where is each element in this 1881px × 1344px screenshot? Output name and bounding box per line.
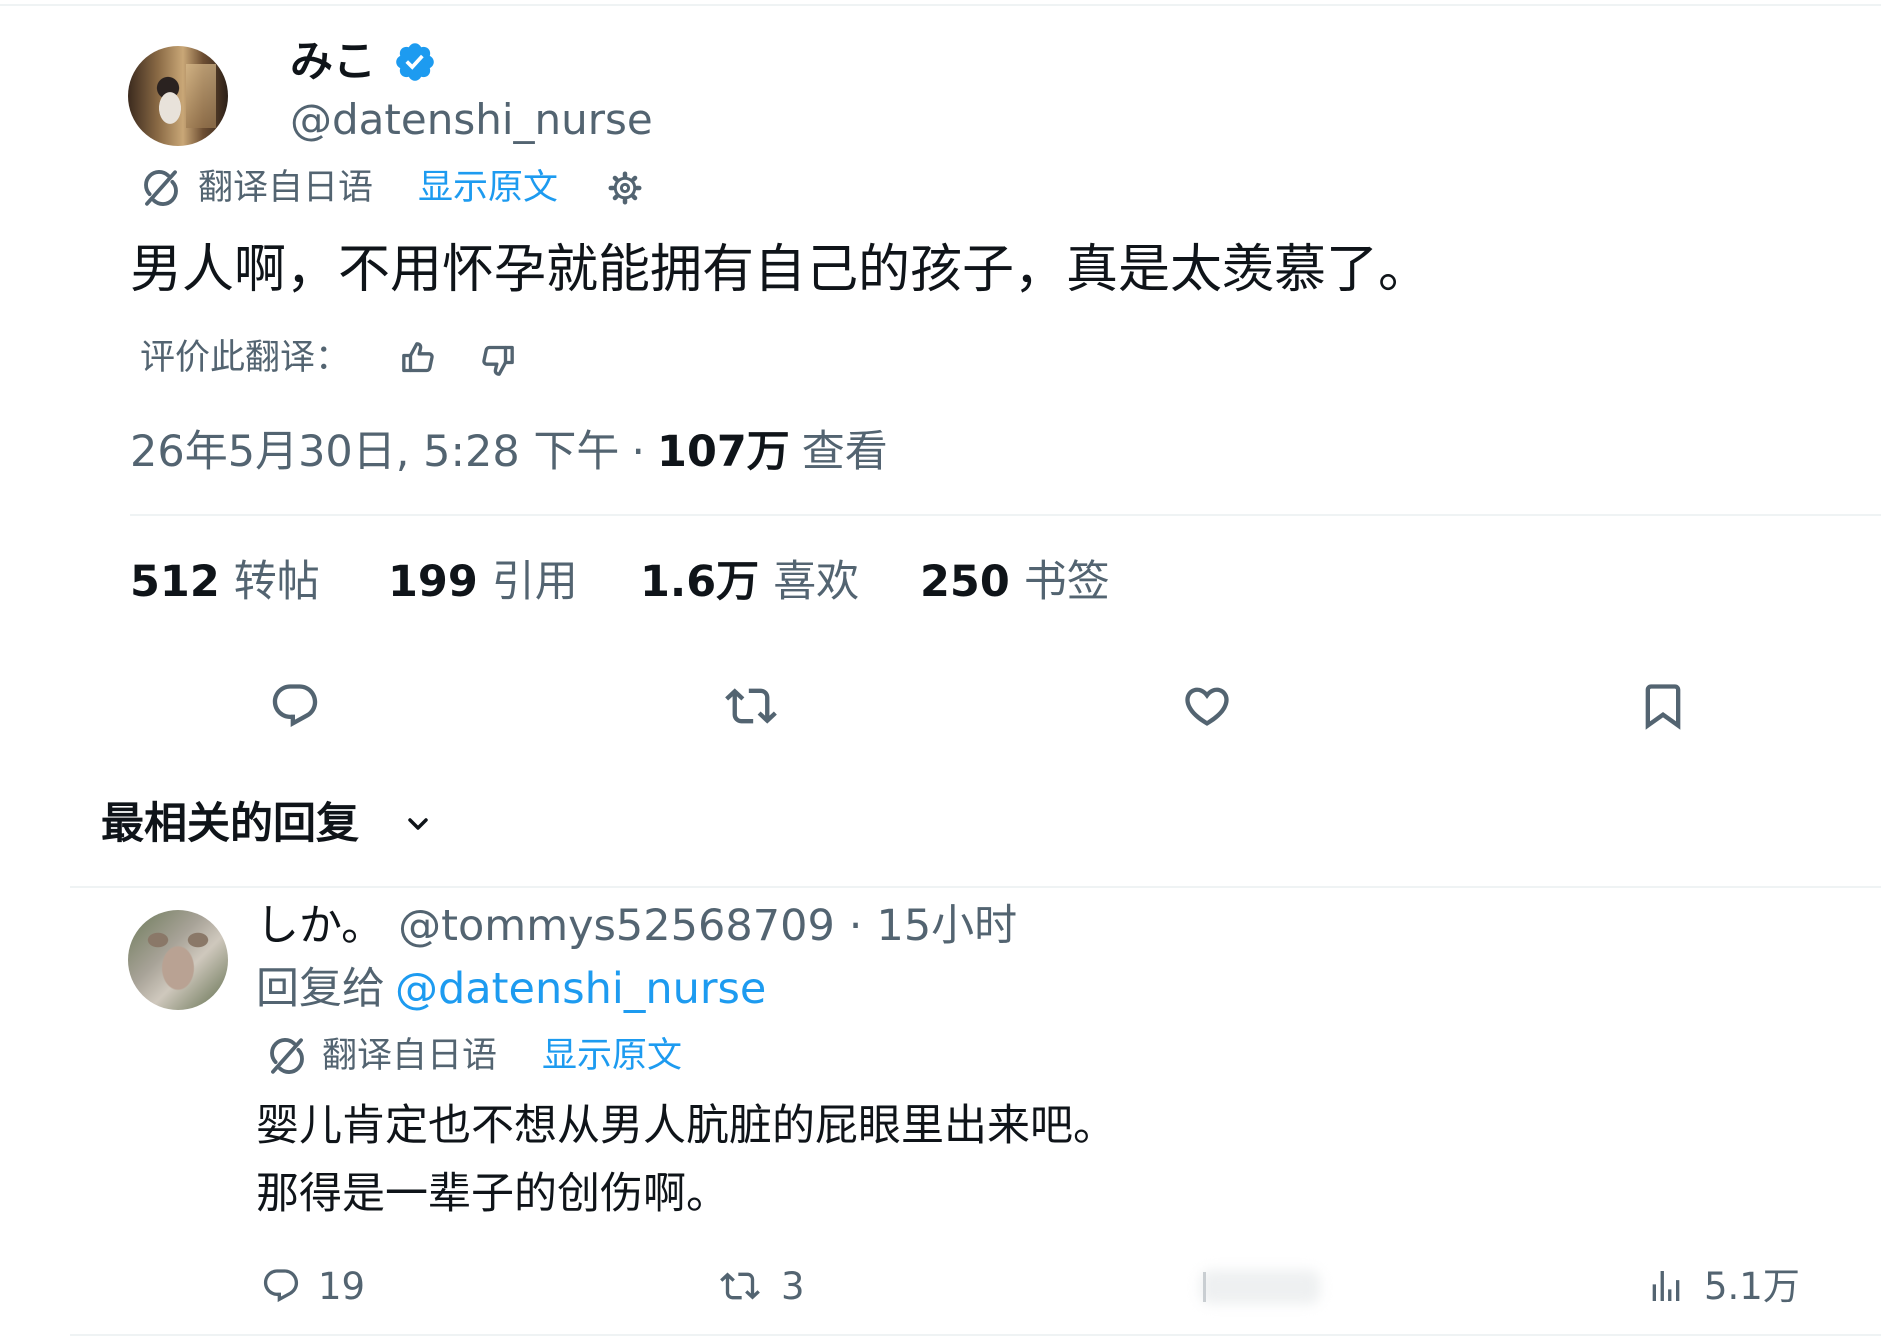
views-label: 查看 bbox=[801, 427, 888, 477]
show-original-link[interactable]: 显示原文 bbox=[418, 166, 558, 210]
divider bbox=[70, 886, 1881, 888]
blurred-region bbox=[1200, 1270, 1320, 1304]
reply-text-line: 那得是一辈子的创伤啊。 bbox=[256, 1169, 729, 1219]
retweet-icon[interactable] bbox=[725, 680, 777, 732]
stat-count: 1.6万 bbox=[640, 557, 760, 607]
retweet-icon[interactable] bbox=[720, 1266, 760, 1306]
translate-icon bbox=[266, 1035, 308, 1077]
stat-label: 转帖 bbox=[233, 557, 320, 607]
verified-badge-icon[interactable] bbox=[393, 40, 437, 84]
blurred-region-edge bbox=[1203, 1272, 1206, 1302]
thumbs-up-icon[interactable] bbox=[398, 338, 438, 378]
reply-count: 19 bbox=[318, 1265, 366, 1308]
views-count: 107万 bbox=[657, 427, 790, 477]
reply-translated-from-label: 翻译自日语 bbox=[322, 1036, 498, 1076]
stat-bookmarks[interactable]: 250 书签 bbox=[920, 555, 1110, 609]
reply-to-row: 回复给 @datenshi_nurse bbox=[256, 962, 766, 1016]
views-icon[interactable] bbox=[1646, 1266, 1686, 1306]
replies-sort-label[interactable]: 最相关的回复 bbox=[101, 797, 359, 851]
reply-separator: · bbox=[848, 901, 863, 951]
reply-views-count: 5.1万 bbox=[1704, 1265, 1800, 1308]
stat-quotes[interactable]: 199 引用 bbox=[388, 555, 578, 609]
author-avatar[interactable] bbox=[128, 46, 228, 146]
reply-icon[interactable] bbox=[261, 1266, 301, 1306]
reply-time[interactable]: 15小时 bbox=[876, 899, 1017, 953]
author-handle[interactable]: @datenshi_nurse bbox=[290, 94, 653, 146]
tweet-meta: 26年5月30日, 5:28 下午 · 107万 查看 bbox=[130, 425, 888, 479]
reply-author-avatar[interactable] bbox=[128, 910, 228, 1010]
chevron-down-icon[interactable] bbox=[402, 808, 434, 840]
gear-icon[interactable] bbox=[607, 170, 643, 206]
like-icon[interactable] bbox=[1181, 680, 1233, 732]
top-divider bbox=[0, 4, 1881, 6]
rate-translation-label: 评价此翻译： bbox=[140, 338, 351, 378]
translate-icon bbox=[140, 167, 182, 209]
reply-text: 婴儿肯定也不想从男人肮脏的屁眼里出来吧。 那得是一辈子的创伤啊。 bbox=[256, 1092, 1116, 1228]
reply-show-original-link[interactable]: 显示原文 bbox=[542, 1034, 682, 1078]
stat-count: 199 bbox=[388, 557, 478, 607]
reply-author-display-name[interactable]: しか。 bbox=[256, 899, 384, 953]
bookmark-icon[interactable] bbox=[1637, 680, 1689, 732]
stat-label: 书签 bbox=[1023, 557, 1110, 607]
reply-to-label: 回复给 bbox=[256, 964, 385, 1014]
reply-header: しか。 @tommys52568709 · 15小时 bbox=[256, 899, 1017, 953]
retweet-count: 3 bbox=[781, 1265, 805, 1308]
stat-label: 引用 bbox=[491, 557, 578, 607]
stat-count: 512 bbox=[130, 557, 220, 607]
tweet-timestamp[interactable]: 26年5月30日, 5:28 下午 bbox=[130, 425, 619, 479]
tweet-text: 男人啊，不用怀孕就能拥有自己的孩子，真是太羡慕了。 bbox=[130, 240, 1431, 300]
stat-count: 250 bbox=[920, 557, 1010, 607]
author-display-name[interactable]: みこ bbox=[290, 36, 376, 88]
meta-separator: · bbox=[631, 427, 646, 477]
reply-author-handle[interactable]: @tommys52568709 bbox=[398, 899, 835, 953]
bottom-divider bbox=[70, 1334, 1881, 1336]
stat-likes[interactable]: 1.6万 喜欢 bbox=[640, 555, 859, 609]
stat-reposts[interactable]: 512 转帖 bbox=[130, 555, 320, 609]
divider bbox=[130, 514, 1881, 516]
translated-from-label: 翻译自日语 bbox=[198, 168, 374, 208]
stat-label: 喜欢 bbox=[773, 557, 860, 607]
reply-text-line: 婴儿肯定也不想从男人肮脏的屁眼里出来吧。 bbox=[256, 1101, 1116, 1151]
reply-to-handle[interactable]: @datenshi_nurse bbox=[395, 962, 766, 1016]
thumbs-down-icon[interactable] bbox=[478, 340, 518, 380]
reply-icon[interactable] bbox=[269, 680, 321, 732]
